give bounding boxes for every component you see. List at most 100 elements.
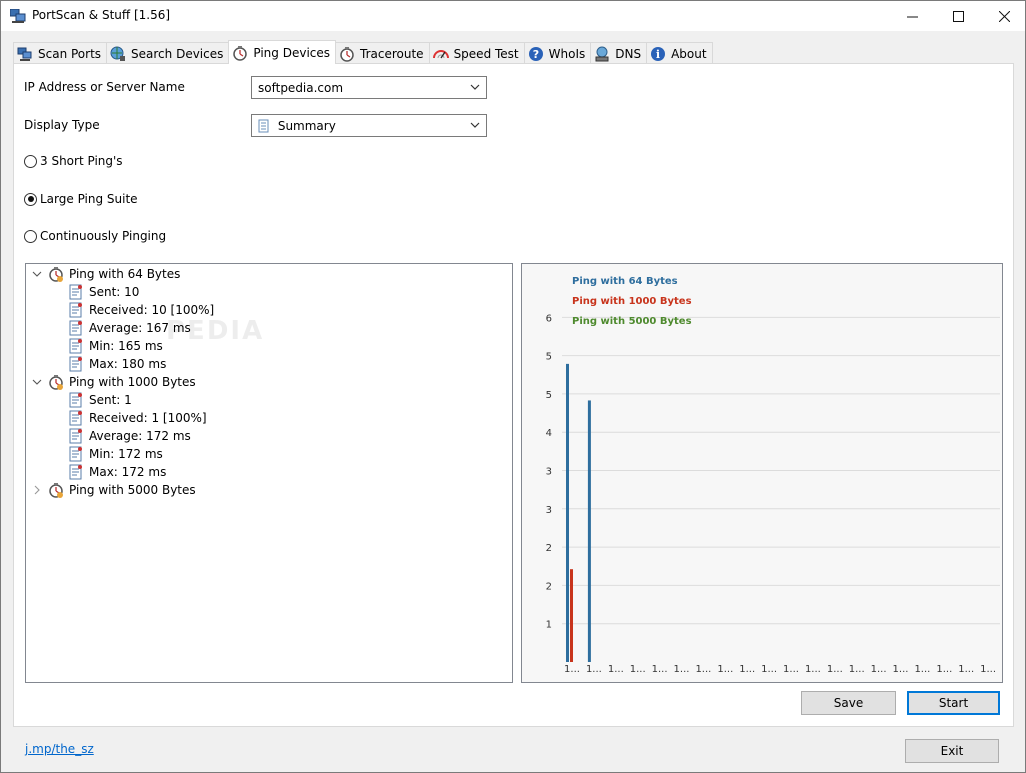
close-icon xyxy=(998,10,1010,22)
tree-item-label: Average: 167 ms xyxy=(89,321,191,335)
ip-address-label: IP Address or Server Name xyxy=(24,80,185,94)
tree-item-node[interactable]: Sent: 1 xyxy=(68,391,132,409)
maximize-button[interactable] xyxy=(935,1,981,31)
website-link[interactable]: j.mp/the_sz xyxy=(25,742,94,756)
tree-group-node[interactable]: Ping with 5000 Bytes xyxy=(32,481,196,499)
tab-strip: Scan Ports Search Devices Ping Devices T… xyxy=(13,40,713,64)
x-tick-label: 1... xyxy=(783,664,799,675)
tab-scan-ports[interactable]: Scan Ports xyxy=(13,42,108,64)
bar-ping-with-64-bytes xyxy=(566,363,569,662)
tab-label: Scan Ports xyxy=(38,46,102,61)
expand-chevron-down-icon[interactable] xyxy=(32,269,42,279)
legend-entry: Ping with 1000 Bytes xyxy=(572,296,692,307)
x-tick-label: 1... xyxy=(849,664,865,675)
ip-address-combo[interactable]: softpedia.com xyxy=(251,76,487,99)
tree-item-node[interactable]: Max: 172 ms xyxy=(68,463,166,481)
ip-address-value: softpedia.com xyxy=(258,81,344,95)
save-button[interactable]: Save xyxy=(801,691,896,715)
tree-item-label: Min: 165 ms xyxy=(89,339,163,353)
tree-group-label: Ping with 64 Bytes xyxy=(69,267,181,281)
radio-large-ping-suite[interactable]: Large Ping Suite xyxy=(24,192,138,206)
y-tick-label: 4 xyxy=(546,428,552,439)
stopwatch-icon xyxy=(49,483,63,498)
tree-item-label: Received: 10 [100%] xyxy=(89,303,215,317)
x-tick-label: 1... xyxy=(564,664,580,675)
tab-whois[interactable]: ? WhoIs xyxy=(523,42,592,64)
x-tick-label: 1... xyxy=(586,664,602,675)
tree-item-node[interactable]: Received: 10 [100%] xyxy=(68,301,214,319)
app-window: PortScan & Stuff [1.56] Scan Ports Searc… xyxy=(0,0,1026,773)
close-button[interactable] xyxy=(981,1,1026,31)
svg-text:?: ? xyxy=(532,48,538,61)
document-icon xyxy=(69,356,82,372)
tab-speed-test[interactable]: Speed Test xyxy=(428,42,525,64)
tree-item-node[interactable]: Min: 165 ms xyxy=(68,337,163,355)
tree-item-node[interactable]: Average: 167 ms xyxy=(68,319,191,337)
tree-group-label: Ping with 5000 Bytes xyxy=(69,483,196,497)
tree-group-label: Ping with 1000 Bytes xyxy=(69,375,196,389)
x-tick-label: 1... xyxy=(695,664,711,675)
minimize-button[interactable] xyxy=(889,1,935,31)
tree-item-label: Sent: 10 xyxy=(89,285,140,299)
tree-group-node[interactable]: Ping with 64 Bytes xyxy=(32,265,180,283)
expand-chevron-right-icon[interactable] xyxy=(32,485,42,495)
tree-item-label: Sent: 1 xyxy=(89,393,132,407)
tree-item-node[interactable]: Min: 172 ms xyxy=(68,445,163,463)
ping-chart: 1 2 2 3 3 4 5 5 6 1... 1... 1... 1... 1... 1... 1... 1..… xyxy=(521,263,1003,683)
radio-label: Large Ping Suite xyxy=(40,192,138,206)
tree-item-node[interactable]: Average: 172 ms xyxy=(68,427,191,445)
bar-ping-with-1000-bytes xyxy=(570,569,573,662)
display-type-combo[interactable]: Summary xyxy=(251,114,487,137)
x-tick-label: 1... xyxy=(630,664,646,675)
tab-ping-devices[interactable]: Ping Devices xyxy=(228,40,337,64)
radio-continuous-ping[interactable]: Continuously Pinging xyxy=(24,229,166,243)
display-type-label: Display Type xyxy=(24,118,100,132)
app-network-icon xyxy=(10,9,26,23)
tab-label: DNS xyxy=(615,46,642,61)
document-icon xyxy=(69,410,82,426)
tab-about[interactable]: i About xyxy=(646,42,713,64)
x-tick-label: 1... xyxy=(871,664,887,675)
svg-text:i: i xyxy=(656,48,660,61)
tree-item-node[interactable]: Max: 180 ms xyxy=(68,355,166,373)
results-tree[interactable]: PEDIA Ping with 64 Bytes Sent: 10 Received… xyxy=(25,263,513,683)
y-tick-label: 5 xyxy=(546,390,552,401)
tree-item-label: Max: 172 ms xyxy=(89,465,167,479)
network-icon xyxy=(17,47,32,61)
radio-dot xyxy=(24,154,37,168)
y-tick-label: 3 xyxy=(546,505,552,516)
stopwatch-icon xyxy=(49,375,63,390)
expand-chevron-down-icon[interactable] xyxy=(32,377,42,387)
tab-search-devices[interactable]: Search Devices xyxy=(106,42,230,64)
tree-item-node[interactable]: Sent: 10 xyxy=(68,283,139,301)
tree-item-label: Received: 1 [100%] xyxy=(89,411,207,425)
tab-label: Ping Devices xyxy=(253,45,331,60)
start-button[interactable]: Start xyxy=(907,691,1000,715)
x-tick-label: 1... xyxy=(980,664,996,675)
radio-label: Continuously Pinging xyxy=(40,229,167,243)
radio-dot-selected xyxy=(24,192,37,206)
radio-short-pings[interactable]: 3 Short Ping's xyxy=(24,154,123,168)
exit-button[interactable]: Exit xyxy=(905,739,999,763)
x-tick-label: 1... xyxy=(608,664,624,675)
tab-dns[interactable]: DNS xyxy=(590,42,648,64)
tab-traceroute[interactable]: Traceroute xyxy=(335,42,430,64)
tab-label: Speed Test xyxy=(453,46,519,61)
y-tick-label: 2 xyxy=(546,543,552,554)
tree-group-node[interactable]: Ping with 1000 Bytes xyxy=(32,373,196,391)
ping-chart-svg: 1 2 2 3 3 4 5 5 6 1... 1... 1... 1... 1... 1... 1... 1..… xyxy=(546,276,1000,675)
radio-dot xyxy=(24,229,37,243)
x-tick-label: 1... xyxy=(936,664,952,675)
document-icon xyxy=(69,428,82,444)
display-type-value: Summary xyxy=(277,119,336,133)
tree-item-label: Max: 180 ms xyxy=(89,357,167,371)
tab-label: Search Devices xyxy=(131,46,224,61)
legend-entry: Ping with 64 Bytes xyxy=(572,276,678,287)
stopwatch-icon xyxy=(233,45,248,61)
stopwatch-icon xyxy=(49,267,63,282)
chevron-down-icon xyxy=(470,84,480,90)
tree-item-label: Average: 172 ms xyxy=(89,429,191,443)
bar-ping-with-64-bytes xyxy=(587,400,591,662)
document-icon xyxy=(69,446,82,462)
tree-item-node[interactable]: Received: 1 [100%] xyxy=(68,409,207,427)
